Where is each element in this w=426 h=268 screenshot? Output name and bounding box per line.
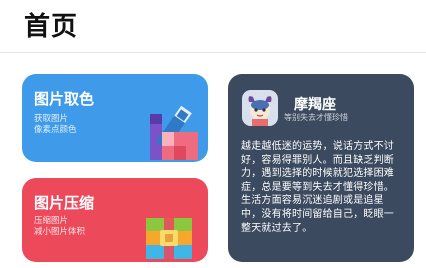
zodiac-name: 摩羯座 bbox=[294, 97, 336, 113]
page-title: 首页 bbox=[24, 12, 79, 42]
compress-subtitle-2: 减小图片体积 bbox=[34, 227, 86, 237]
zodiac-card[interactable]: 摩羯座 等别失去才懂珍惜 越走越低迷的运势，说话方式不讨好，容易得罪别人。而且缺… bbox=[228, 74, 414, 262]
compress-title: 图片压缩 bbox=[34, 194, 95, 212]
fortune-text: 越走越低迷的运势，说话方式不讨好，容易得罪别人。而且缺乏判断力，遇到选择的时候就… bbox=[241, 141, 394, 234]
capricorn-avatar-icon bbox=[242, 90, 278, 126]
color-palette-icon bbox=[150, 105, 198, 160]
color-picker-card[interactable]: 图片取色 获取图片 像素点颜色 bbox=[22, 74, 208, 162]
zodiac-motto: 等别失去才懂珍惜 bbox=[284, 113, 348, 122]
compress-card[interactable]: 图片压缩 压缩图片 减小图片体积 bbox=[22, 178, 208, 262]
header-divider bbox=[0, 52, 426, 53]
color-picker-title: 图片取色 bbox=[34, 90, 95, 108]
header: 首页 bbox=[0, 0, 426, 52]
color-picker-subtitle-2: 像素点颜色 bbox=[34, 125, 77, 135]
archive-zip-icon bbox=[146, 218, 192, 259]
color-picker-subtitle-1: 获取图片 bbox=[34, 114, 69, 124]
compress-subtitle-1: 压缩图片 bbox=[34, 216, 69, 226]
capricorn-icon bbox=[242, 90, 278, 126]
